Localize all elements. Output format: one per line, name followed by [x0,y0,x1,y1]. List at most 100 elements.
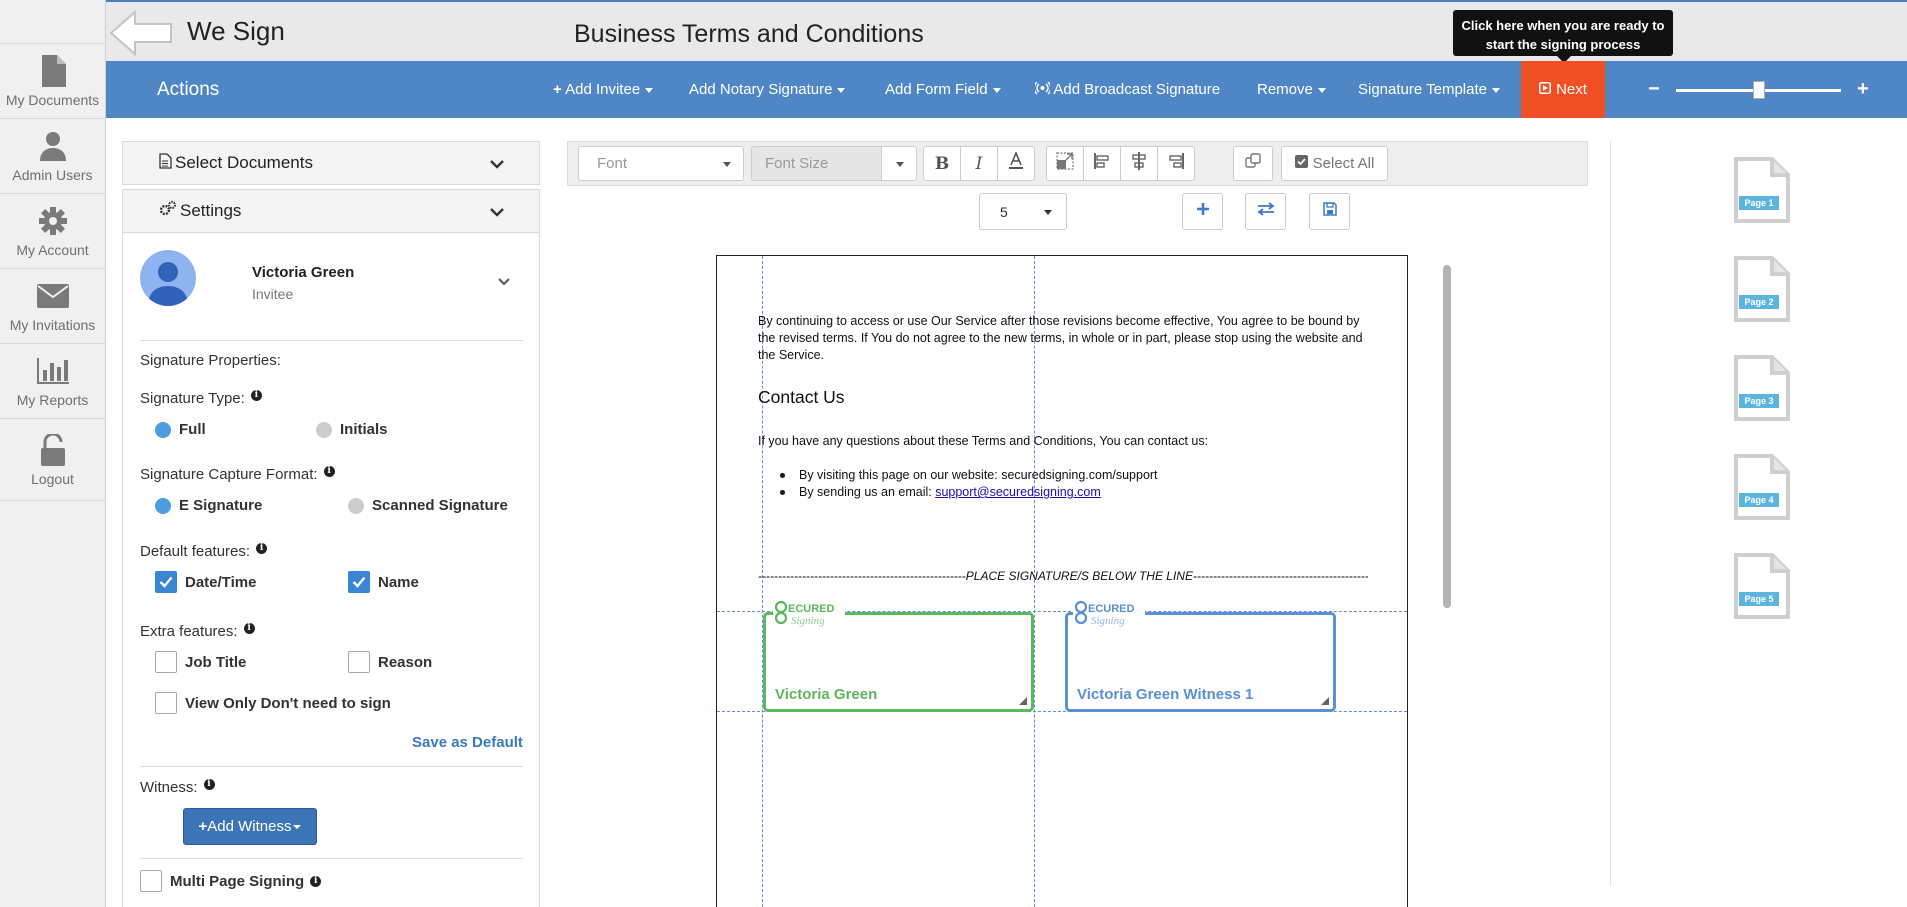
zoom-in-button[interactable]: + [1857,78,1869,101]
nav-label: Admin Users [12,167,93,183]
invitee-name: Victoria Green [252,264,355,281]
checkbox-name[interactable]: Name [348,571,419,593]
document-scrollbar[interactable] [1443,265,1451,608]
back-arrow-icon[interactable] [109,9,173,57]
save-button[interactable] [1309,193,1350,230]
resize-handle-icon[interactable] [1019,697,1027,705]
envelope-icon [36,279,69,313]
checkbox-multi-page-signing[interactable]: Multi Page Signing i [140,870,322,892]
align-right-button[interactable] [1157,146,1195,181]
add-form-field-button[interactable]: Add Form Field [885,81,1001,98]
settings-header[interactable]: Settings [122,189,540,233]
page-icon [1733,553,1791,624]
page-icon [1733,157,1791,228]
align-left-button[interactable] [1083,146,1121,181]
checkbox-empty-icon [155,692,177,714]
radio-e-signature[interactable]: E Signature [155,497,262,514]
play-icon [1539,81,1552,98]
swap-button[interactable] [1245,193,1286,230]
add-page-button[interactable] [1182,193,1223,230]
page-thumbnail-label: Page 4 [1739,493,1779,507]
page-thumbnail[interactable]: Page 2 [1733,255,1793,325]
nav-my-account[interactable]: My Account [0,194,105,269]
page-thumbnail[interactable]: Page 1 [1733,156,1793,226]
info-icon[interactable]: i [310,875,322,887]
zoom-slider-handle[interactable] [1752,81,1765,99]
page-number-select[interactable]: 5 [979,193,1067,230]
resize-handle-icon[interactable] [1321,697,1329,705]
info-icon[interactable]: i [243,623,255,634]
avatar [140,250,196,306]
document-page[interactable]: By continuing to access or use Our Servi… [716,255,1408,907]
checkbox-reason[interactable]: Reason [348,651,432,673]
align-center-button[interactable] [1120,146,1158,181]
nav-my-documents[interactable]: My Documents [0,44,105,119]
copy-icon [1245,153,1261,174]
radio-initials[interactable]: Initials [316,421,388,438]
top-header: We Sign Business Terms and Conditions Cl… [106,0,1907,63]
radio-selected-icon [155,497,171,514]
doc-heading: Contact Us [758,387,845,407]
zoom-slider[interactable] [1676,81,1841,99]
font-color-button[interactable] [997,146,1035,181]
next-button[interactable]: Next [1521,61,1605,118]
checkbox-date-time[interactable]: Date/Time [155,571,256,593]
add-broadcast-signature-button[interactable]: Add Broadcast Signature [1033,81,1220,98]
font-size-input[interactable]: Font Size [751,146,882,181]
italic-button[interactable]: I [960,146,998,181]
italic-icon: I [975,153,983,174]
caret-down-icon [293,824,302,829]
next-tooltip: Click here when you are ready to start t… [1453,10,1673,63]
left-nav-top [0,0,105,44]
page-thumbnail[interactable]: Page 3 [1733,354,1793,424]
signature-template-button[interactable]: Signature Template [1358,81,1500,98]
nav-admin-users[interactable]: Admin Users [0,119,105,194]
font-select[interactable]: Font [578,146,744,181]
info-icon[interactable]: i [256,543,268,554]
caret-down-icon [837,87,846,93]
radio-unselected-icon [348,497,364,514]
nav-label: My Documents [5,92,100,108]
checkbox-empty-icon [140,870,162,892]
resize-button[interactable] [1046,146,1084,181]
file-icon [159,152,172,174]
nav-my-invitations[interactable]: My Invitations [0,269,105,344]
info-icon[interactable]: i [203,779,215,790]
zoom-out-button[interactable]: − [1648,78,1660,101]
select-all-button[interactable]: Select All [1281,146,1388,181]
page-icon [1733,454,1791,525]
copy-button[interactable] [1233,146,1273,181]
select-documents-header[interactable]: Select Documents [122,141,540,185]
save-as-default-link[interactable]: Save as Default [412,734,523,751]
page-thumbnail-label: Page 3 [1739,394,1779,408]
caret-down-icon [723,162,731,167]
chevron-down-icon [489,155,505,175]
checkbox-view-only[interactable]: View Only Don't need to sign [155,692,391,714]
radio-full[interactable]: Full [155,421,206,438]
place-signature-line: ----------------------------------------… [758,569,1368,583]
bold-icon: B [934,153,950,174]
radio-scanned-signature[interactable]: Scanned Signature [348,497,508,514]
nav-my-reports[interactable]: My Reports [0,344,105,419]
page-icon [1733,256,1791,327]
chevron-down-icon[interactable] [497,274,511,292]
remove-button[interactable]: Remove [1257,81,1326,98]
email-link[interactable]: support@securedsigning.com [935,485,1101,499]
add-invitee-button[interactable]: + Add Invitee [553,81,654,98]
bold-button[interactable]: B [923,146,961,181]
floppy-disk-icon [1322,202,1337,221]
add-witness-button[interactable]: + Add Witness [183,808,317,845]
font-size-dropdown[interactable] [881,146,917,181]
info-icon[interactable]: i [323,466,335,477]
nav-label: Logout [31,470,74,487]
page-thumbnail[interactable]: Page 5 [1733,552,1793,622]
app-name: We Sign [187,16,285,46]
add-notary-signature-button[interactable]: Add Notary Signature [689,81,846,98]
page-thumbnail[interactable]: Page 4 [1733,453,1793,523]
bar-chart-icon [36,354,69,388]
secured-signing-logo-icon: ECURED Signing [1073,596,1145,630]
nav-logout[interactable]: Logout [0,419,105,501]
checkbox-job-title[interactable]: Job Title [155,651,246,673]
info-icon[interactable]: i [250,390,262,401]
broadcast-icon [1033,81,1052,98]
